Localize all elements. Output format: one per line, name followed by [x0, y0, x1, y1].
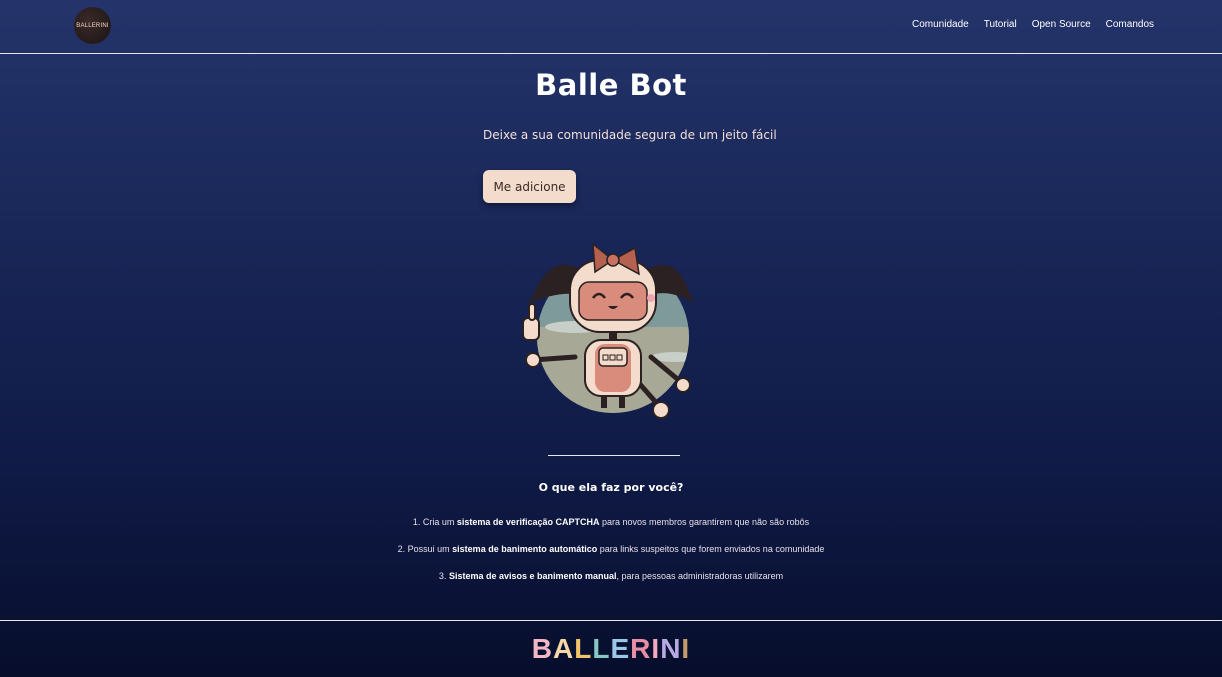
logo[interactable]: BALLERINI [74, 7, 111, 44]
feature-item: 2. Possui um sistema de banimento automá… [0, 543, 1222, 570]
logo-text: BALLERINI [76, 22, 109, 29]
brand-letter: B [531, 633, 554, 664]
brand-letter: I [651, 633, 661, 664]
feature-suffix: para links suspeitos que forem enviados … [597, 544, 825, 554]
brand-letter: E [610, 633, 631, 664]
brand-letter: I [681, 633, 691, 664]
brand-letter: A [553, 633, 575, 664]
feature-prefix: 2. Possui um [397, 544, 453, 554]
feature-highlight: sistema de verificação CAPTCHA [456, 517, 600, 527]
feature-prefix: 3. [438, 571, 449, 581]
add-bot-button[interactable]: Me adicione [483, 170, 576, 203]
footer-brand-logo[interactable]: BALLERINI [0, 633, 1222, 665]
feature-suffix: para novos membros garantirem que não sã… [599, 517, 810, 527]
feature-item: 3. Sistema de avisos e banimento manual,… [0, 570, 1222, 597]
brand-letter: R [630, 633, 652, 664]
navbar: BALLERINI Comunidade Tutorial Open Sourc… [0, 0, 1222, 54]
nav-link-open-source[interactable]: Open Source [1032, 19, 1091, 30]
hero-title: Balle Bot [535, 68, 687, 102]
features-title: O que ela faz por você? [538, 481, 684, 494]
feature-highlight: sistema de banimento automático [452, 544, 598, 554]
nav-links: Comunidade Tutorial Open Source Comandos [912, 19, 1154, 30]
feature-highlight: Sistema de avisos e banimento manual [448, 571, 617, 581]
brand-letter: L [592, 633, 611, 664]
nav-link-comunidade[interactable]: Comunidade [912, 19, 969, 30]
brand-letter: N [660, 633, 682, 664]
brand-letter: L [574, 633, 593, 664]
feature-prefix: 1. Cria um [412, 517, 457, 527]
features-list: 1. Cria um sistema de verificação CAPTCH… [0, 516, 1222, 597]
section-divider [548, 455, 680, 456]
feature-item: 1. Cria um sistema de verificação CAPTCH… [0, 516, 1222, 543]
robot-mascot-illustration [522, 242, 697, 419]
hero-subtitle: Deixe a sua comunidade segura de um jeit… [483, 128, 777, 142]
feature-suffix: , para pessoas administradoras utilizare… [616, 571, 784, 581]
nav-link-tutorial[interactable]: Tutorial [984, 19, 1017, 30]
nav-link-comandos[interactable]: Comandos [1106, 19, 1154, 30]
footer: BALLERINI [0, 620, 1222, 677]
